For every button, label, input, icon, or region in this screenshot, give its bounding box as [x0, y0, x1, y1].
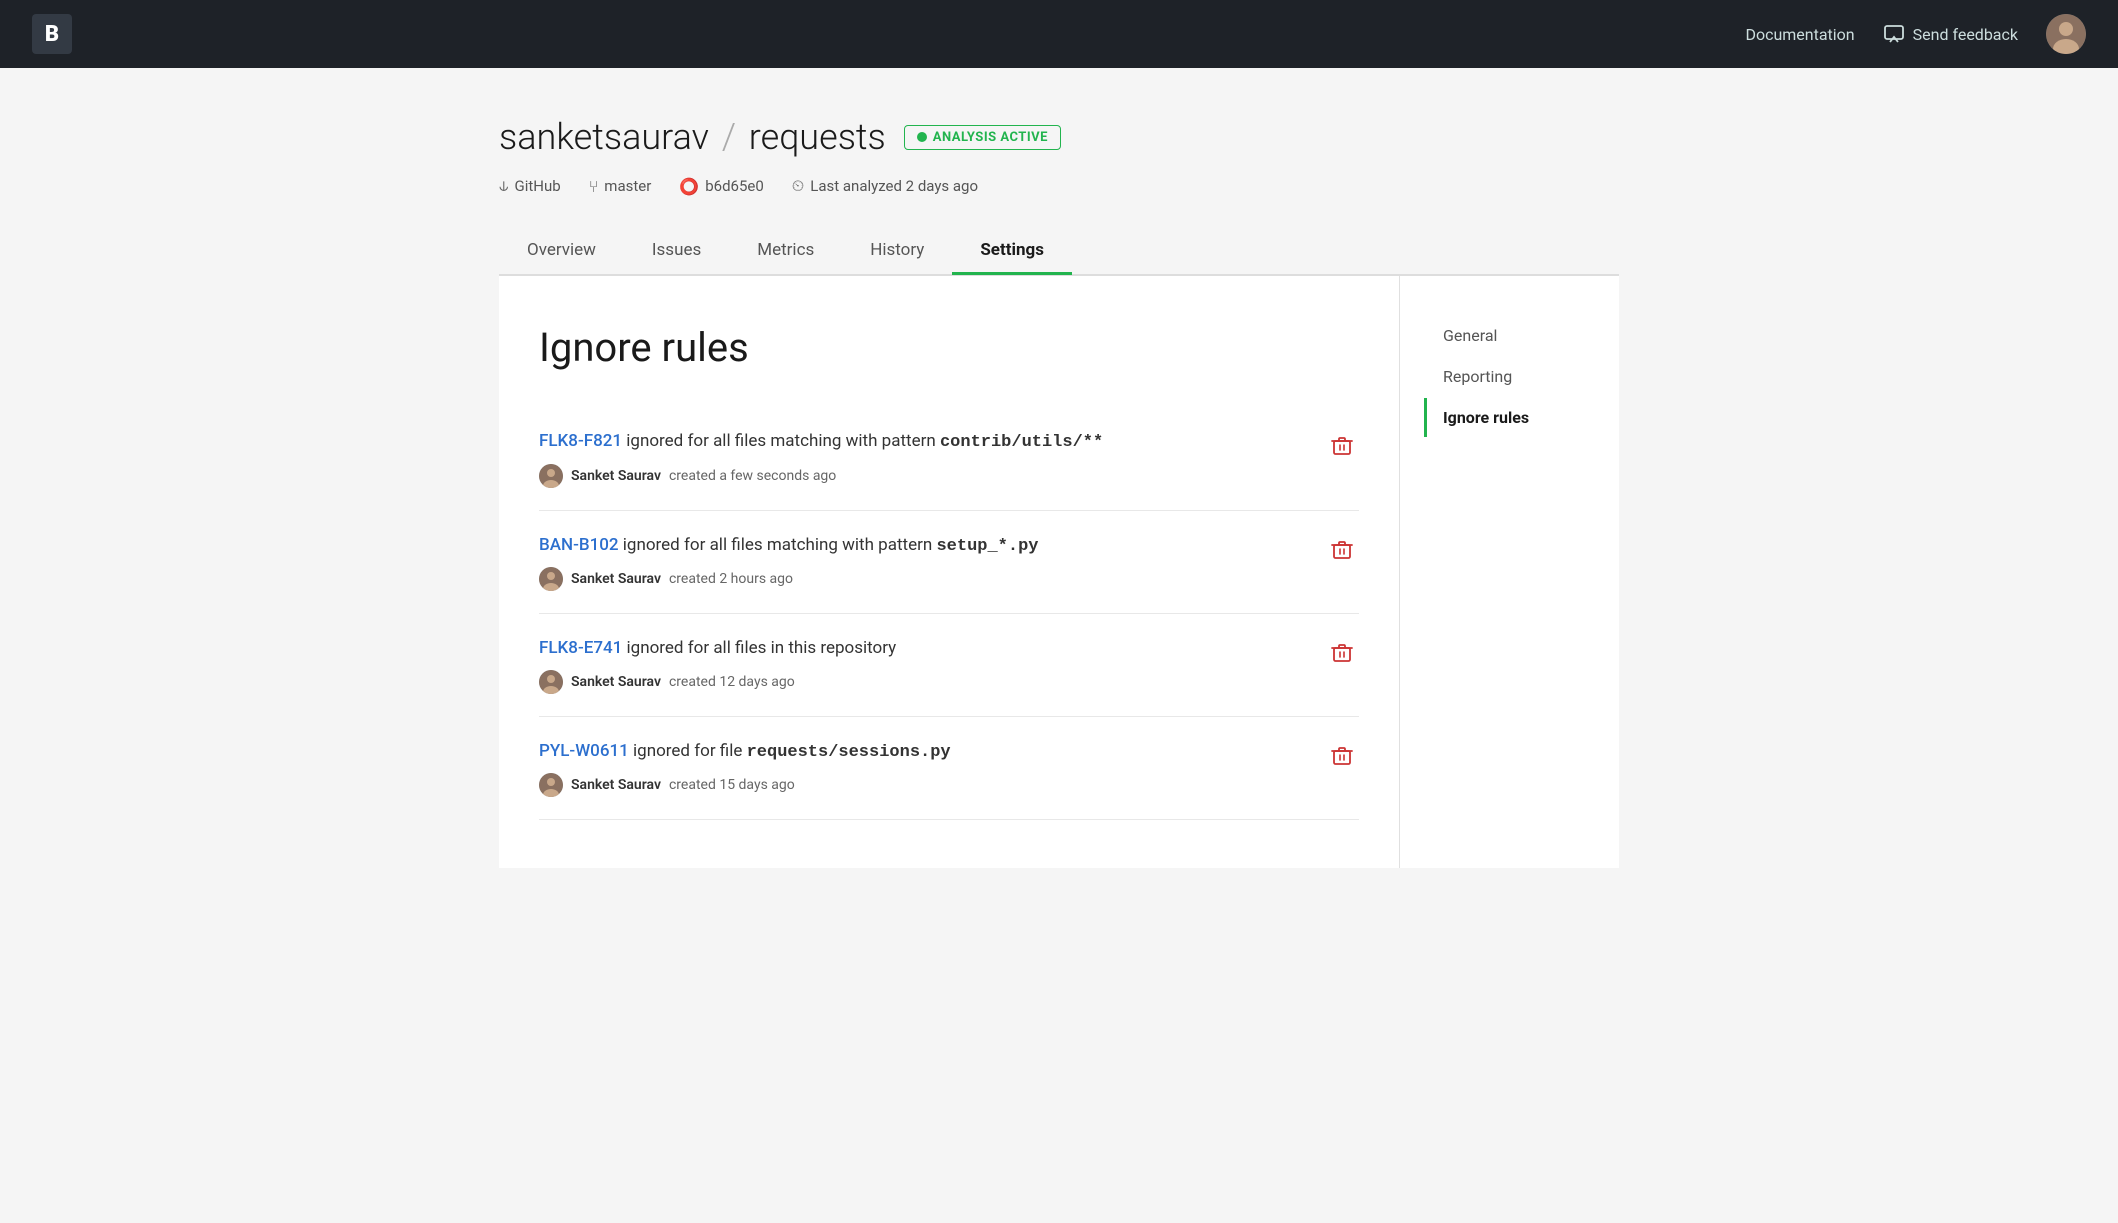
logo[interactable]: B [32, 14, 72, 54]
rule-meta: Sanket Saurav created 2 hours ago [539, 567, 1039, 591]
rule-content: BAN-B102 ignored for all files matching … [539, 533, 1039, 592]
ignore-rule: PYL-W0611 ignored for file requests/sess… [539, 717, 1359, 821]
rule-text: BAN-B102 ignored for all files matching … [539, 533, 1039, 560]
clock-icon: ⏲ [792, 176, 804, 196]
documentation-link[interactable]: Documentation [1745, 25, 1854, 44]
trash-icon [1331, 745, 1353, 767]
sidebar-item-reporting[interactable]: Reporting [1424, 357, 1619, 396]
rule-code-link[interactable]: BAN-B102 [539, 535, 619, 555]
avatar-image [2046, 14, 2086, 54]
rule-meta: Sanket Saurav created 12 days ago [539, 670, 896, 694]
tab-settings[interactable]: Settings [952, 228, 1072, 275]
main-layout: Ignore rules FLK8-F821 ignored for all f… [499, 275, 1619, 868]
rule-author-avatar [539, 567, 563, 591]
send-feedback-button[interactable]: Send feedback [1883, 23, 2018, 45]
meta-commit: ⭕ b6d65e0 [679, 177, 763, 196]
meta-last-analyzed: ⏲ Last analyzed 2 days ago [792, 176, 978, 196]
sidebar-item-ignore-rules[interactable]: Ignore rules [1424, 398, 1619, 437]
page-content: sanketsaurav / requests ANALYSIS ACTIVE … [459, 68, 1659, 868]
rule-author-avatar [539, 670, 563, 694]
commit-icon: ⭕ [679, 177, 699, 196]
sidebar: General Reporting Ignore rules [1399, 276, 1619, 868]
trash-icon [1331, 435, 1353, 457]
tab-overview[interactable]: Overview [499, 228, 624, 275]
github-icon: ⫝ [499, 176, 509, 196]
rule-text: FLK8-F821 ignored for all files matching… [539, 429, 1103, 456]
rule-author-avatar [539, 464, 563, 488]
ignore-rule: FLK8-E741 ignored for all files in this … [539, 614, 1359, 717]
rule-code-link[interactable]: PYL-W0611 [539, 741, 629, 761]
rule-meta: Sanket Saurav created a few seconds ago [539, 464, 1103, 488]
repo-title: sanketsaurav / requests [499, 116, 886, 158]
page-title: Ignore rules [539, 324, 1359, 371]
sidebar-item-general[interactable]: General [1424, 316, 1619, 355]
rule-author-avatar [539, 773, 563, 797]
analysis-badge: ANALYSIS ACTIVE [904, 125, 1061, 150]
rule-code-link[interactable]: FLK8-F821 [539, 431, 622, 451]
rule-content: PYL-W0611 ignored for file requests/sess… [539, 739, 951, 798]
trash-icon [1331, 642, 1353, 664]
feedback-icon [1883, 23, 1905, 45]
tab-metrics[interactable]: Metrics [729, 228, 842, 275]
repo-meta: ⫝ GitHub ⑂ master ⭕ b6d65e0 ⏲ Last analy… [499, 176, 1619, 196]
ignore-rule: BAN-B102 ignored for all files matching … [539, 511, 1359, 615]
user-avatar[interactable] [2046, 14, 2086, 54]
meta-source: ⫝ GitHub [499, 176, 561, 196]
rule-content: FLK8-F821 ignored for all files matching… [539, 429, 1103, 488]
tabs: Overview Issues Metrics History Settings [499, 228, 1619, 275]
rule-code-link[interactable]: FLK8-E741 [539, 638, 622, 658]
trash-icon [1331, 539, 1353, 561]
header-right: Documentation Send feedback [1745, 14, 2086, 54]
ignore-rule: FLK8-F821 ignored for all files matching… [539, 407, 1359, 511]
tab-history[interactable]: History [842, 228, 952, 275]
badge-dot [917, 132, 927, 142]
rule-content: FLK8-E741 ignored for all files in this … [539, 636, 896, 694]
rule-text: PYL-W0611 ignored for file requests/sess… [539, 739, 951, 766]
delete-rule-button[interactable] [1325, 636, 1359, 670]
delete-rule-button[interactable] [1325, 739, 1359, 773]
meta-branch: ⑂ master [589, 177, 652, 196]
delete-rule-button[interactable] [1325, 429, 1359, 463]
tab-issues[interactable]: Issues [624, 228, 729, 275]
repo-header: sanketsaurav / requests ANALYSIS ACTIVE [499, 116, 1619, 158]
rule-text: FLK8-E741 ignored for all files in this … [539, 636, 896, 662]
content-area: Ignore rules FLK8-F821 ignored for all f… [499, 276, 1399, 868]
rule-meta: Sanket Saurav created 15 days ago [539, 773, 951, 797]
branch-icon: ⑂ [589, 177, 599, 196]
header: B Documentation Send feedback [0, 0, 2118, 68]
delete-rule-button[interactable] [1325, 533, 1359, 567]
